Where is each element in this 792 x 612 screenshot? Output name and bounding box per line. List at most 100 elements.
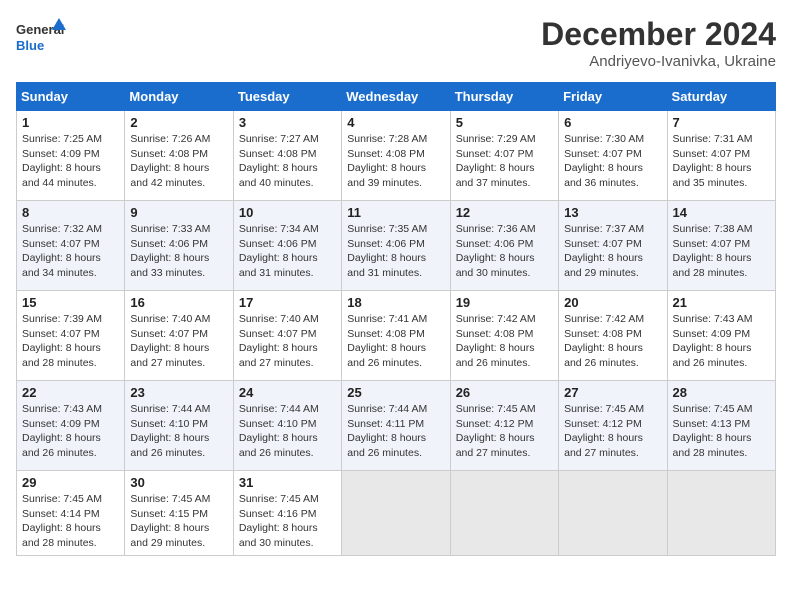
day-info: Sunrise: 7:33 AM Sunset: 4:06 PM Dayligh… — [130, 222, 227, 281]
table-row: 10 Sunrise: 7:34 AM Sunset: 4:06 PM Dayl… — [233, 201, 341, 291]
page-header: General Blue December 2024 Andriyevo-Iva… — [16, 16, 776, 70]
table-row: 30 Sunrise: 7:45 AM Sunset: 4:15 PM Dayl… — [125, 471, 233, 556]
day-info: Sunrise: 7:45 AM Sunset: 4:12 PM Dayligh… — [456, 402, 553, 461]
day-number: 30 — [130, 475, 227, 490]
day-number: 29 — [22, 475, 119, 490]
header-saturday: Saturday — [667, 83, 775, 111]
table-row: 31 Sunrise: 7:45 AM Sunset: 4:16 PM Dayl… — [233, 471, 341, 556]
day-info: Sunrise: 7:43 AM Sunset: 4:09 PM Dayligh… — [673, 312, 770, 371]
logo: General Blue — [16, 16, 66, 61]
calendar-table: Sunday Monday Tuesday Wednesday Thursday… — [16, 82, 776, 556]
table-row: 15 Sunrise: 7:39 AM Sunset: 4:07 PM Dayl… — [17, 291, 125, 381]
day-number: 19 — [456, 295, 553, 310]
day-number: 24 — [239, 385, 336, 400]
day-info: Sunrise: 7:39 AM Sunset: 4:07 PM Dayligh… — [22, 312, 119, 371]
day-info: Sunrise: 7:41 AM Sunset: 4:08 PM Dayligh… — [347, 312, 444, 371]
day-info: Sunrise: 7:36 AM Sunset: 4:06 PM Dayligh… — [456, 222, 553, 281]
day-number: 21 — [673, 295, 770, 310]
day-number: 1 — [22, 115, 119, 130]
day-info: Sunrise: 7:35 AM Sunset: 4:06 PM Dayligh… — [347, 222, 444, 281]
day-info: Sunrise: 7:42 AM Sunset: 4:08 PM Dayligh… — [456, 312, 553, 371]
header-friday: Friday — [559, 83, 667, 111]
day-number: 17 — [239, 295, 336, 310]
day-info: Sunrise: 7:42 AM Sunset: 4:08 PM Dayligh… — [564, 312, 661, 371]
day-number: 20 — [564, 295, 661, 310]
day-info: Sunrise: 7:44 AM Sunset: 4:10 PM Dayligh… — [130, 402, 227, 461]
table-row: 2 Sunrise: 7:26 AM Sunset: 4:08 PM Dayli… — [125, 111, 233, 201]
table-row: 18 Sunrise: 7:41 AM Sunset: 4:08 PM Dayl… — [342, 291, 450, 381]
table-row: 3 Sunrise: 7:27 AM Sunset: 4:08 PM Dayli… — [233, 111, 341, 201]
calendar-header-row: Sunday Monday Tuesday Wednesday Thursday… — [17, 83, 776, 111]
day-number: 27 — [564, 385, 661, 400]
table-row: 23 Sunrise: 7:44 AM Sunset: 4:10 PM Dayl… — [125, 381, 233, 471]
calendar-week-row: 15 Sunrise: 7:39 AM Sunset: 4:07 PM Dayl… — [17, 291, 776, 381]
day-number: 26 — [456, 385, 553, 400]
day-info: Sunrise: 7:26 AM Sunset: 4:08 PM Dayligh… — [130, 132, 227, 191]
day-info: Sunrise: 7:40 AM Sunset: 4:07 PM Dayligh… — [239, 312, 336, 371]
day-info: Sunrise: 7:28 AM Sunset: 4:08 PM Dayligh… — [347, 132, 444, 191]
table-row — [450, 471, 558, 556]
day-number: 10 — [239, 205, 336, 220]
table-row: 9 Sunrise: 7:33 AM Sunset: 4:06 PM Dayli… — [125, 201, 233, 291]
table-row: 28 Sunrise: 7:45 AM Sunset: 4:13 PM Dayl… — [667, 381, 775, 471]
table-row: 7 Sunrise: 7:31 AM Sunset: 4:07 PM Dayli… — [667, 111, 775, 201]
header-monday: Monday — [125, 83, 233, 111]
calendar-week-row: 8 Sunrise: 7:32 AM Sunset: 4:07 PM Dayli… — [17, 201, 776, 291]
table-row: 25 Sunrise: 7:44 AM Sunset: 4:11 PM Dayl… — [342, 381, 450, 471]
day-info: Sunrise: 7:38 AM Sunset: 4:07 PM Dayligh… — [673, 222, 770, 281]
day-number: 18 — [347, 295, 444, 310]
table-row — [342, 471, 450, 556]
table-row: 26 Sunrise: 7:45 AM Sunset: 4:12 PM Dayl… — [450, 381, 558, 471]
table-row: 1 Sunrise: 7:25 AM Sunset: 4:09 PM Dayli… — [17, 111, 125, 201]
day-number: 9 — [130, 205, 227, 220]
day-number: 3 — [239, 115, 336, 130]
day-info: Sunrise: 7:45 AM Sunset: 4:15 PM Dayligh… — [130, 492, 227, 551]
table-row: 21 Sunrise: 7:43 AM Sunset: 4:09 PM Dayl… — [667, 291, 775, 381]
logo-svg: General Blue — [16, 16, 66, 61]
day-info: Sunrise: 7:32 AM Sunset: 4:07 PM Dayligh… — [22, 222, 119, 281]
day-number: 5 — [456, 115, 553, 130]
table-row: 8 Sunrise: 7:32 AM Sunset: 4:07 PM Dayli… — [17, 201, 125, 291]
day-number: 31 — [239, 475, 336, 490]
day-info: Sunrise: 7:37 AM Sunset: 4:07 PM Dayligh… — [564, 222, 661, 281]
day-info: Sunrise: 7:30 AM Sunset: 4:07 PM Dayligh… — [564, 132, 661, 191]
header-sunday: Sunday — [17, 83, 125, 111]
table-row: 24 Sunrise: 7:44 AM Sunset: 4:10 PM Dayl… — [233, 381, 341, 471]
day-number: 14 — [673, 205, 770, 220]
day-info: Sunrise: 7:25 AM Sunset: 4:09 PM Dayligh… — [22, 132, 119, 191]
day-number: 2 — [130, 115, 227, 130]
header-tuesday: Tuesday — [233, 83, 341, 111]
day-number: 8 — [22, 205, 119, 220]
day-info: Sunrise: 7:45 AM Sunset: 4:12 PM Dayligh… — [564, 402, 661, 461]
header-wednesday: Wednesday — [342, 83, 450, 111]
day-info: Sunrise: 7:43 AM Sunset: 4:09 PM Dayligh… — [22, 402, 119, 461]
day-info: Sunrise: 7:45 AM Sunset: 4:13 PM Dayligh… — [673, 402, 770, 461]
table-row: 17 Sunrise: 7:40 AM Sunset: 4:07 PM Dayl… — [233, 291, 341, 381]
day-number: 4 — [347, 115, 444, 130]
table-row: 14 Sunrise: 7:38 AM Sunset: 4:07 PM Dayl… — [667, 201, 775, 291]
month-title: December 2024 — [541, 16, 776, 53]
title-section: December 2024 Andriyevo-Ivanivka, Ukrain… — [541, 16, 776, 70]
table-row — [559, 471, 667, 556]
day-info: Sunrise: 7:34 AM Sunset: 4:06 PM Dayligh… — [239, 222, 336, 281]
day-info: Sunrise: 7:40 AM Sunset: 4:07 PM Dayligh… — [130, 312, 227, 371]
table-row: 6 Sunrise: 7:30 AM Sunset: 4:07 PM Dayli… — [559, 111, 667, 201]
table-row: 16 Sunrise: 7:40 AM Sunset: 4:07 PM Dayl… — [125, 291, 233, 381]
day-info: Sunrise: 7:44 AM Sunset: 4:11 PM Dayligh… — [347, 402, 444, 461]
location-subtitle: Andriyevo-Ivanivka, Ukraine — [541, 53, 776, 70]
day-number: 12 — [456, 205, 553, 220]
table-row: 20 Sunrise: 7:42 AM Sunset: 4:08 PM Dayl… — [559, 291, 667, 381]
day-info: Sunrise: 7:45 AM Sunset: 4:16 PM Dayligh… — [239, 492, 336, 551]
table-row: 19 Sunrise: 7:42 AM Sunset: 4:08 PM Dayl… — [450, 291, 558, 381]
day-number: 11 — [347, 205, 444, 220]
calendar-week-row: 22 Sunrise: 7:43 AM Sunset: 4:09 PM Dayl… — [17, 381, 776, 471]
day-number: 22 — [22, 385, 119, 400]
day-number: 13 — [564, 205, 661, 220]
day-number: 25 — [347, 385, 444, 400]
day-number: 15 — [22, 295, 119, 310]
table-row: 22 Sunrise: 7:43 AM Sunset: 4:09 PM Dayl… — [17, 381, 125, 471]
table-row: 13 Sunrise: 7:37 AM Sunset: 4:07 PM Dayl… — [559, 201, 667, 291]
day-number: 6 — [564, 115, 661, 130]
table-row: 27 Sunrise: 7:45 AM Sunset: 4:12 PM Dayl… — [559, 381, 667, 471]
table-row: 11 Sunrise: 7:35 AM Sunset: 4:06 PM Dayl… — [342, 201, 450, 291]
